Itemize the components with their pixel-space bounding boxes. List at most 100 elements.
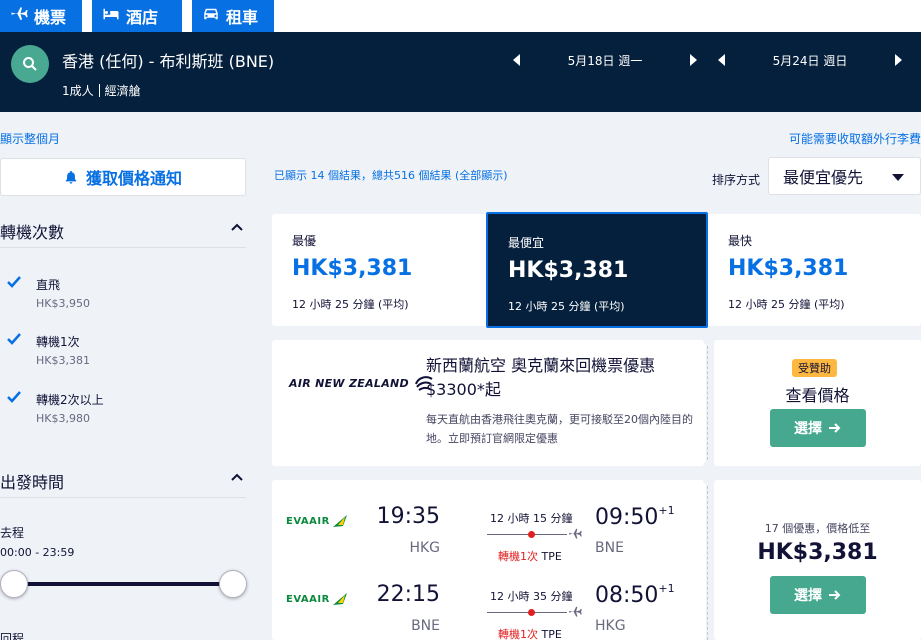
stops-filter-title[interactable]: 轉機次數 (0, 219, 64, 243)
depart-next-day-icon[interactable] (690, 54, 697, 66)
arrow-right-icon (829, 423, 841, 433)
depart-date-picker: 5月18日 週一 (513, 50, 697, 70)
passenger-cabin-summary[interactable]: 1成人 經濟艙 (62, 82, 141, 99)
price-alert-label: 獲取價格通知 (85, 169, 182, 188)
ad-action-panel: 受贊助 查看價格 選擇 (714, 340, 921, 466)
tab-flights-label: 機票 (34, 8, 67, 27)
slider-min-handle[interactable] (0, 570, 28, 598)
chevron-down-icon (892, 174, 904, 181)
sort-summary-tabs: 最優 HK$3,381 12 小時 25 分鐘 (平均) 最便宜 HK$3,38… (272, 212, 921, 328)
stop-option-price: HK$3,980 (36, 412, 90, 425)
arrow-right-icon (829, 590, 841, 600)
passengers: 1成人 (62, 84, 94, 98)
divider (703, 461, 713, 471)
tab-cars-label: 租車 (226, 8, 259, 27)
sort-value: 最便宜優先 (783, 168, 864, 187)
bed-icon (102, 5, 120, 27)
show-whole-month-link[interactable]: 顯示整個月 (0, 130, 60, 147)
airline-logo: EVAAIR (286, 592, 348, 606)
summary-tab-cheapest[interactable]: 最便宜 HK$3,381 12 小時 25 分鐘 (平均) (486, 212, 708, 328)
plane-icon (10, 5, 28, 27)
arrival-time-value: 08:50 (595, 583, 659, 608)
outbound-label: 去程 (0, 526, 25, 540)
summary-tab-fastest[interactable]: 最快 HK$3,381 12 小時 25 分鐘 (平均) (708, 214, 921, 326)
stop-airport: TPE (541, 628, 562, 640)
departure-airport: HKG (409, 540, 440, 556)
return-date[interactable]: 5月24日 週日 (725, 52, 895, 69)
stops-count: 轉機1次 (498, 550, 538, 563)
route-title[interactable]: 香港 (任何) - 布利斯班 (BNE) (62, 48, 274, 72)
stop-option-two-plus[interactable]: 轉機2次以上 HK$3,980 (4, 387, 244, 427)
summary-price: HK$3,381 (728, 256, 849, 281)
stops-info: 轉機1次 TPE (498, 626, 562, 640)
chevron-up-icon[interactable] (231, 472, 243, 484)
return-date-picker: 5月24日 週日 (718, 50, 902, 70)
sort-dropdown[interactable]: 最便宜優先 (768, 157, 921, 195)
stops-info: 轉機1次 TPE (498, 548, 562, 564)
return-label: 回程 (0, 632, 25, 640)
ad-title: 新西蘭航空 奧克蘭來回機票優惠 $3300*起 (426, 356, 656, 399)
flight-price: HK$3,381 (757, 540, 878, 565)
divider (703, 475, 713, 485)
summary-price: HK$3,381 (292, 256, 413, 281)
checkbox-checked-icon[interactable] (4, 272, 24, 292)
checkbox-checked-icon[interactable] (4, 329, 24, 349)
stop-option-one-stop[interactable]: 轉機1次 HK$3,381 (4, 329, 244, 369)
summary-duration: 12 小時 25 分鐘 (平均) (728, 298, 845, 311)
arrival-time-value: 09:50 (595, 505, 659, 530)
chevron-up-icon[interactable] (231, 222, 243, 234)
summary-duration: 12 小時 25 分鐘 (平均) (508, 300, 625, 313)
checkbox-checked-icon[interactable] (4, 387, 24, 407)
departure-time: 19:35 (376, 504, 440, 529)
sponsored-badge: 受贊助 (792, 359, 837, 377)
sponsored-ad-card[interactable]: AIR NEW ZEALAND 新西蘭航空 奧克蘭來回機票優惠 $3300*起 … (272, 340, 706, 466)
price-alert-button[interactable]: 獲取價格通知 (0, 158, 246, 196)
stop-option-label: 轉機2次以上 (36, 393, 104, 407)
extra-fees-link[interactable]: 可能需要收取額外行李費 (789, 130, 921, 147)
flight-select-button[interactable]: 選擇 (770, 576, 866, 614)
outbound-time-range: 00:00 - 23:59 (0, 546, 75, 559)
airline-logo-text: AIR NEW ZEALAND (289, 376, 409, 390)
airline-logo: AIR NEW ZEALAND (289, 372, 435, 394)
divider (0, 247, 246, 248)
route-line (487, 534, 567, 535)
divider (707, 486, 708, 640)
flight-price-panel: 17 個優惠，價格低至 HK$3,381 選擇 (714, 480, 921, 640)
departure-airport: BNE (411, 618, 440, 634)
stop-option-direct[interactable]: 直飛 HK$3,950 (4, 272, 244, 312)
summary-label: 最便宜 (508, 236, 545, 250)
search-icon (23, 57, 37, 71)
select-label: 選擇 (794, 588, 822, 604)
ad-select-button[interactable]: 選擇 (770, 409, 866, 447)
tab-cars[interactable]: 租車 (192, 0, 274, 32)
divider (98, 84, 100, 97)
departure-times-title[interactable]: 出發時間 (0, 469, 64, 493)
depart-date[interactable]: 5月18日 週一 (520, 52, 690, 69)
flight-result-card[interactable]: EVAAIR 19:35 HKG 12 小時 15 分鐘 轉機1次 TPE 09… (272, 480, 706, 640)
outbound-leg: EVAAIR 19:35 HKG 12 小時 15 分鐘 轉機1次 TPE 09… (272, 490, 706, 563)
airline-logo: EVAAIR (286, 514, 348, 528)
slider-max-handle[interactable] (219, 570, 247, 598)
return-next-day-icon[interactable] (895, 54, 902, 66)
sort-label: 排序方式 (712, 173, 761, 187)
results-count-link[interactable]: 已顯示 14 個結果，總共516 個結果 (全部顯示) (274, 167, 508, 183)
arrival-time: 08:50+1 (595, 582, 675, 608)
search-summary-bar: 香港 (任何) - 布利斯班 (BNE) 1成人 經濟艙 5月18日 週一 5月2… (0, 32, 921, 112)
select-label: 選擇 (794, 421, 822, 437)
outbound-time-slider-track[interactable] (14, 582, 234, 586)
tab-flights[interactable]: 機票 (0, 0, 82, 32)
airline-logo-text: EVAAIR (286, 593, 330, 605)
stop-option-price: HK$3,950 (36, 297, 90, 310)
stop-option-label: 轉機1次 (36, 335, 80, 349)
deals-count: 17 個優惠，價格低至 (764, 522, 871, 535)
depart-prev-day-icon[interactable] (513, 54, 520, 66)
airline-logo-text: EVAAIR (286, 515, 330, 527)
summary-tab-best[interactable]: 最優 HK$3,381 12 小時 25 分鐘 (平均) (272, 214, 486, 326)
plane-icon (569, 606, 582, 617)
route-line (487, 612, 567, 613)
return-prev-day-icon[interactable] (718, 54, 725, 66)
tab-hotels[interactable]: 酒店 (92, 0, 182, 32)
search-button[interactable] (11, 45, 49, 83)
top-tab-bar: 機票 酒店 租車 (0, 0, 921, 32)
bell-icon (65, 170, 77, 184)
